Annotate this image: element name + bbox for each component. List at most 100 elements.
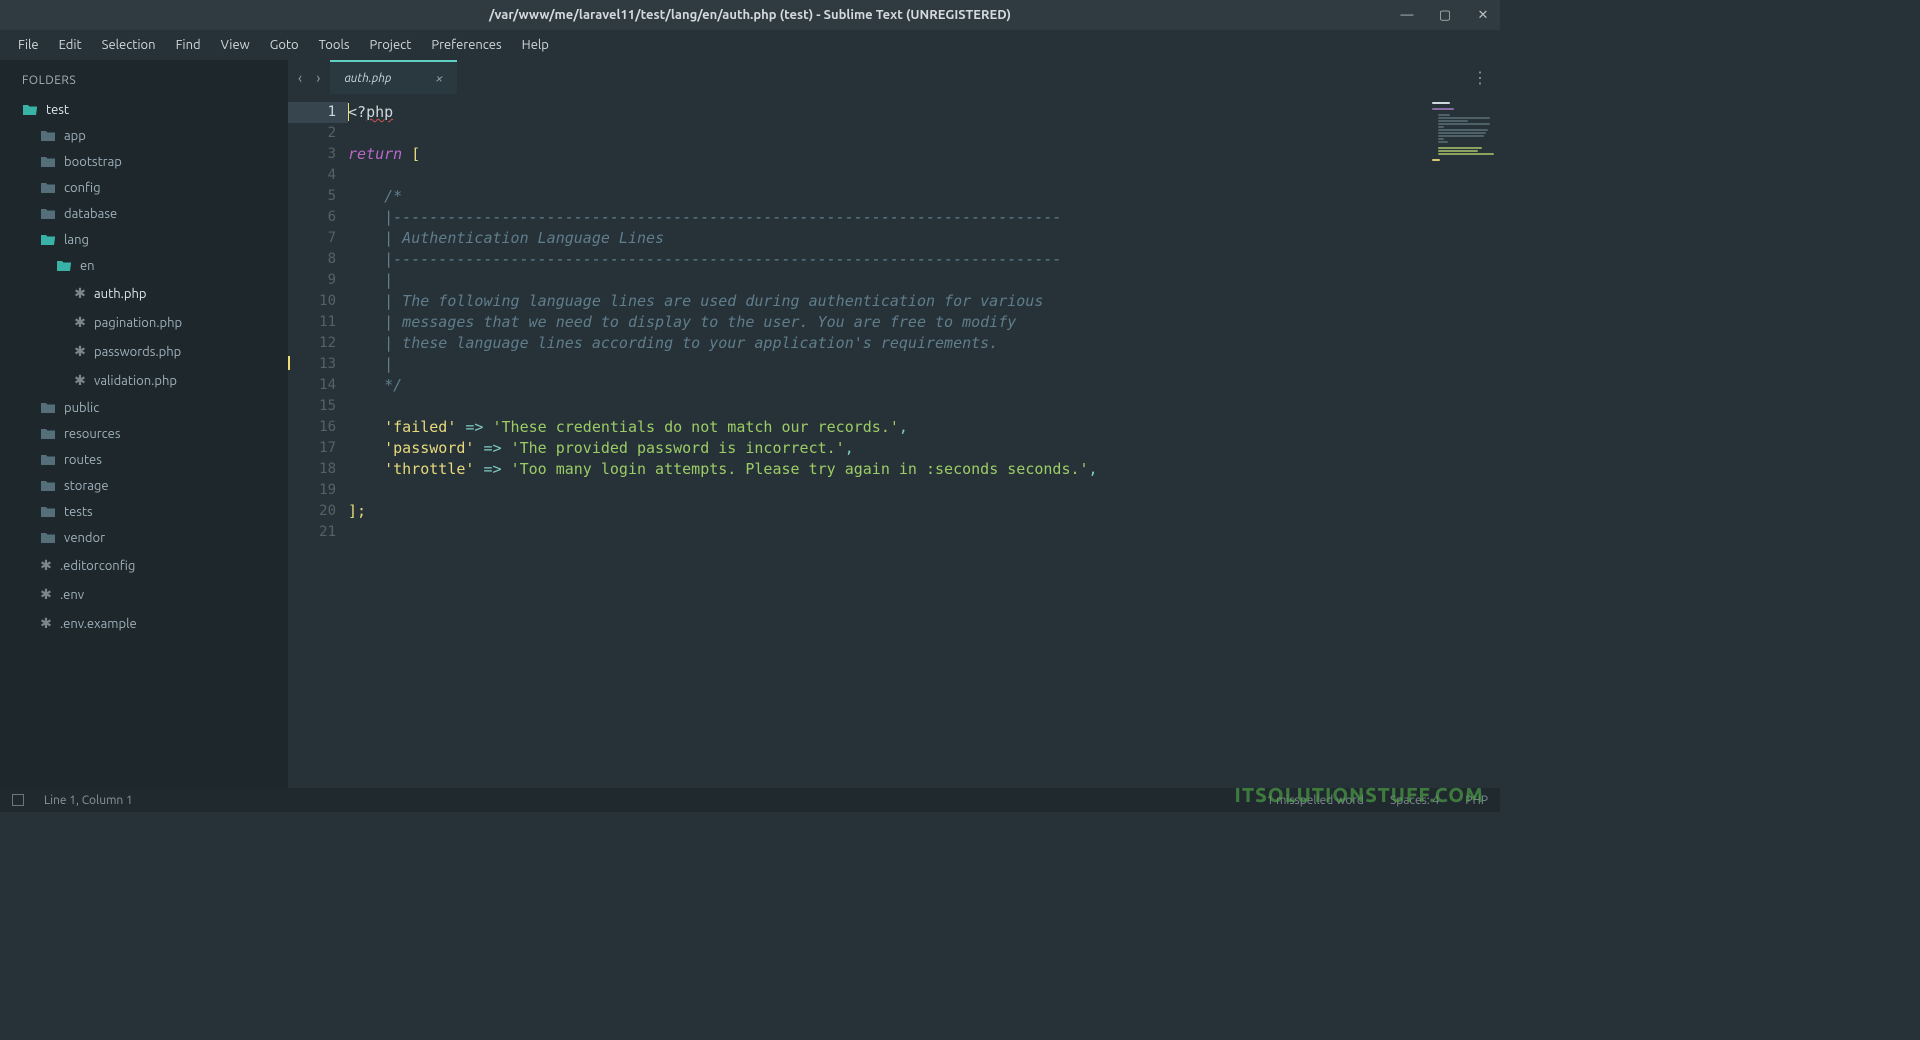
tree-label: test bbox=[46, 103, 69, 117]
folder-icon bbox=[40, 480, 56, 492]
folder-icon bbox=[40, 130, 56, 142]
code-area: 123456789101112131415161718192021 <?php … bbox=[288, 94, 1500, 788]
tree-label: .env.example bbox=[60, 617, 137, 631]
menu-project[interactable]: Project bbox=[360, 34, 422, 56]
sidebar: FOLDERS test app bootstrapconfig database la… bbox=[0, 60, 288, 788]
comment: | messages that we need to display to th… bbox=[384, 313, 1016, 331]
tab-auth-php[interactable]: auth.php × bbox=[330, 60, 457, 94]
array-key: 'throttle' bbox=[384, 460, 474, 478]
tree-label: tests bbox=[64, 505, 93, 519]
main-area: FOLDERS test app bootstrapconfig database la… bbox=[0, 60, 1500, 788]
file-item[interactable]: ✱ .env.example bbox=[0, 609, 288, 638]
folder-icon bbox=[40, 234, 56, 246]
folder-icon bbox=[40, 532, 56, 544]
minimap-content bbox=[1432, 102, 1494, 172]
maximize-button[interactable]: ▢ bbox=[1438, 8, 1452, 22]
keyword-return: return bbox=[348, 145, 402, 163]
array-key: 'failed' bbox=[384, 418, 456, 436]
menu-preferences[interactable]: Preferences bbox=[421, 34, 511, 56]
editor: ‹ › auth.php × ⋮ 12345678910111213141516… bbox=[288, 60, 1500, 788]
nav-forward-icon[interactable]: › bbox=[316, 69, 320, 86]
folder-item[interactable]: en bbox=[0, 253, 288, 279]
sidebar-header: FOLDERS bbox=[0, 68, 288, 97]
folder-item[interactable]: test bbox=[0, 97, 288, 123]
comment: | bbox=[384, 355, 393, 373]
comment: | these language lines according to your… bbox=[384, 334, 998, 352]
comment: | bbox=[384, 271, 393, 289]
tree-label: vendor bbox=[64, 531, 105, 545]
file-item[interactable]: ✱.editorconfig bbox=[0, 551, 288, 580]
folder-item[interactable]: config bbox=[0, 175, 288, 201]
folder-icon bbox=[22, 104, 38, 116]
kebab-icon[interactable]: ⋮ bbox=[1472, 68, 1488, 87]
file-icon: ✱ bbox=[74, 285, 86, 302]
tree-label: en bbox=[80, 259, 95, 273]
window-title: /var/www/me/laravel11/test/lang/en/auth.… bbox=[489, 8, 1011, 22]
folder-icon bbox=[40, 182, 56, 194]
folder-item[interactable]: bootstrap bbox=[0, 149, 288, 175]
left-edge-cursor bbox=[288, 356, 290, 370]
folder-icon bbox=[40, 454, 56, 466]
file-item[interactable]: ✱validation.php bbox=[0, 366, 288, 395]
status-cursor-pos: Line 1, Column 1 bbox=[44, 794, 133, 807]
folder-item[interactable]: database bbox=[0, 201, 288, 227]
panel-toggle-icon[interactable] bbox=[12, 794, 24, 806]
menu-goto[interactable]: Goto bbox=[260, 34, 309, 56]
string-value: 'The provided password is incorrect.' bbox=[511, 439, 845, 457]
minimize-button[interactable]: — bbox=[1400, 8, 1414, 22]
close-window-button[interactable]: ✕ bbox=[1476, 8, 1490, 22]
tab-close-icon[interactable]: × bbox=[435, 70, 443, 86]
file-icon: ✱ bbox=[40, 615, 52, 632]
comment: | The following language lines are used … bbox=[384, 292, 1043, 310]
file-item[interactable]: ✱.env bbox=[0, 580, 288, 609]
comment: */ bbox=[384, 376, 402, 394]
code-content[interactable]: <?php return [ /* |---------------------… bbox=[348, 94, 1418, 788]
folder-item[interactable]: tests bbox=[0, 499, 288, 525]
folder-item[interactable]: resources bbox=[0, 421, 288, 447]
folder-item[interactable]: app bbox=[0, 123, 288, 149]
folder-item[interactable]: routes bbox=[0, 447, 288, 473]
menu-view[interactable]: View bbox=[211, 34, 260, 56]
file-item[interactable]: ✱ pagination.php bbox=[0, 308, 288, 337]
tree-label: pagination.php bbox=[94, 316, 182, 330]
folder-item[interactable]: public bbox=[0, 395, 288, 421]
folder-icon bbox=[40, 506, 56, 518]
folder-tree: test app bootstrapconfig database lang en ✱ aut… bbox=[0, 97, 288, 638]
window-controls: — ▢ ✕ bbox=[1400, 0, 1490, 30]
tree-label: app bbox=[64, 129, 86, 143]
folder-item[interactable]: vendor bbox=[0, 525, 288, 551]
tree-label: resources bbox=[64, 427, 121, 441]
watermark: ITSOLUTIONSTUFF.COM bbox=[1235, 783, 1484, 806]
minimap[interactable] bbox=[1418, 94, 1500, 788]
comment: | Authentication Language Lines bbox=[384, 229, 664, 247]
menu-edit[interactable]: Edit bbox=[49, 34, 92, 56]
file-icon: ✱ bbox=[74, 314, 86, 331]
folder-item[interactable]: storage bbox=[0, 473, 288, 499]
menu-selection[interactable]: Selection bbox=[92, 34, 166, 56]
menu-file[interactable]: File bbox=[8, 34, 49, 56]
menu-tools[interactable]: Tools bbox=[309, 34, 360, 56]
tree-label: storage bbox=[64, 479, 109, 493]
nav-back-icon[interactable]: ‹ bbox=[298, 69, 302, 86]
status-left: Line 1, Column 1 bbox=[12, 794, 133, 807]
string-value: 'Too many login attempts. Please try aga… bbox=[511, 460, 1089, 478]
folder-item[interactable]: lang bbox=[0, 227, 288, 253]
comma: , bbox=[845, 439, 854, 457]
tree-label: database bbox=[64, 207, 117, 221]
tree-label: auth.php bbox=[94, 287, 146, 301]
titlebar: /var/www/me/laravel11/test/lang/en/auth.… bbox=[0, 0, 1500, 30]
folder-icon bbox=[56, 260, 72, 272]
file-item[interactable]: ✱ passwords.php bbox=[0, 337, 288, 366]
file-icon: ✱ bbox=[74, 372, 86, 389]
file-icon: ✱ bbox=[40, 557, 52, 574]
gutter: 123456789101112131415161718192021 bbox=[288, 94, 348, 788]
file-icon: ✱ bbox=[74, 343, 86, 360]
tree-label: passwords.php bbox=[94, 345, 181, 359]
tree-label: routes bbox=[64, 453, 102, 467]
folder-icon bbox=[40, 402, 56, 414]
file-item[interactable]: ✱ auth.php bbox=[0, 279, 288, 308]
folder-icon bbox=[40, 156, 56, 168]
arrow-op: => bbox=[483, 439, 501, 457]
menu-find[interactable]: Find bbox=[166, 34, 211, 56]
menu-help[interactable]: Help bbox=[512, 34, 559, 56]
